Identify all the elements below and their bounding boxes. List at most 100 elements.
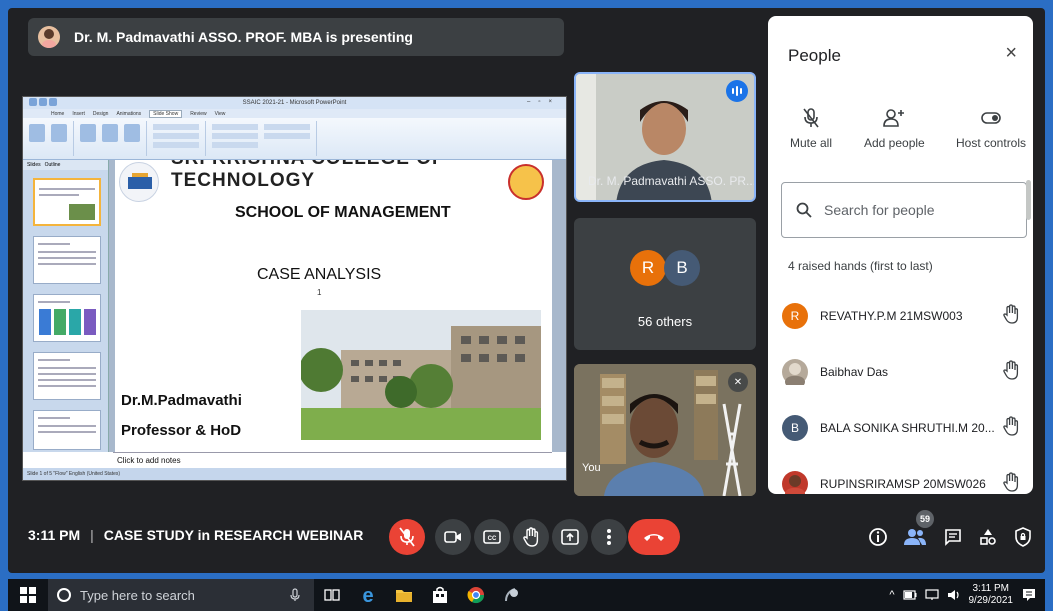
meet-window: Dr. M. Padmavathi ASSO. PROF. MBA is pre… xyxy=(8,8,1045,573)
slide-thumbnail xyxy=(33,352,101,400)
presenter-name-slide: Dr.M.Padmavathi xyxy=(121,392,242,409)
shopping-bag-icon xyxy=(433,586,447,603)
add-people-label: Add people xyxy=(864,136,925,150)
shared-screen: SSAIC 2021-21 - Microsoft PowerPoint –▫×… xyxy=(22,96,567,481)
slide-heading: SCHOOL OF MANAGEMENT xyxy=(235,204,451,221)
more-options-button[interactable] xyxy=(591,519,627,555)
activities-button[interactable] xyxy=(974,523,1002,551)
participant-row[interactable]: RUPINSRIRAMSP 20MSW026 xyxy=(782,464,1021,494)
others-count: 56 others xyxy=(637,314,693,329)
mic-off-icon xyxy=(399,527,415,547)
presenting-text: Dr. M. Padmavathi ASSO. PROF. MBA is pre… xyxy=(74,29,413,45)
ppt-slide-panel: Slides Outline xyxy=(23,160,109,452)
meeting-info: 3:11 PM | CASE STUDY in RESEARCH WEBINAR xyxy=(28,527,363,543)
chat-button[interactable] xyxy=(939,523,967,551)
add-people-button[interactable]: Add people xyxy=(864,106,925,150)
participant-row[interactable]: Baibhav Das xyxy=(782,352,1021,392)
camera-button[interactable] xyxy=(435,519,471,555)
ppt-tab-home: Home xyxy=(51,110,65,117)
presenter-avatar xyxy=(38,26,60,48)
raised-hand-icon[interactable] xyxy=(1001,415,1021,441)
chrome-button[interactable] xyxy=(458,579,494,611)
hang-up-icon xyxy=(644,534,664,541)
hand-icon xyxy=(523,527,539,547)
task-view-button[interactable] xyxy=(314,579,350,611)
presenting-banner: Dr. M. Padmavathi ASSO. PROF. MBA is pre… xyxy=(28,18,564,56)
raised-hands-heading: 4 raised hands (first to last) xyxy=(788,259,933,273)
captions-button[interactable]: CC xyxy=(474,519,510,555)
ppt-ribbon-tabs: Home Insert Design Animations Slide Show… xyxy=(23,109,566,118)
ppt-slide-area: SRI KRISHNA COLLEGE OF TECHNOLOGY SCHOOL… xyxy=(109,160,566,452)
volume-icon[interactable] xyxy=(947,589,961,601)
chrome-icon xyxy=(467,587,485,604)
taskbar-search-placeholder: Type here to search xyxy=(80,587,195,603)
edge-browser-button[interactable]: e xyxy=(350,579,386,611)
battery-icon[interactable] xyxy=(902,589,917,601)
add-person-icon xyxy=(864,106,925,130)
more-vert-icon xyxy=(607,529,611,545)
host-controls-label: Host controls xyxy=(956,136,1027,150)
windows-logo-icon xyxy=(20,587,36,603)
host-controls-button[interactable]: Host controls xyxy=(956,106,1026,150)
taskbar-clock[interactable]: 3:11 PM 9/29/2021 xyxy=(969,583,1014,607)
participant-row[interactable]: B BALA SONIKA SHRUTHI.M 20... xyxy=(782,408,1021,448)
presenter-video-tile[interactable]: Dr. M. Padmavathi ASSO. PR... xyxy=(574,72,756,202)
slide-thumbnail xyxy=(33,410,101,450)
people-panel: People × Mute all Add people Host contro… xyxy=(768,16,1033,494)
participant-row[interactable]: R REVATHY.P.M 21MSW003 xyxy=(782,296,1021,336)
slide-thumbnail xyxy=(33,178,101,226)
host-controls-toolbar-button[interactable] xyxy=(1009,523,1037,551)
self-label: You xyxy=(582,462,601,474)
participant-avatar: B xyxy=(782,415,808,441)
participant-avatar: R xyxy=(782,303,808,329)
file-explorer-button[interactable] xyxy=(386,579,422,611)
microphone-icon[interactable] xyxy=(290,588,300,602)
present-button[interactable] xyxy=(552,519,588,555)
people-panel-title: People xyxy=(788,46,841,65)
participant-avatar xyxy=(782,359,808,385)
mute-all-label: Mute all xyxy=(790,136,833,150)
ppt-status-bar: Slide 1 of 5 "Flow" English (United Stat… xyxy=(23,468,566,480)
start-button[interactable] xyxy=(8,579,48,611)
camera-icon xyxy=(444,531,461,543)
folder-icon xyxy=(396,590,412,602)
network-icon[interactable] xyxy=(924,589,939,601)
edge-icon: e xyxy=(362,586,373,604)
mic-off-icon: ✕ xyxy=(728,372,748,392)
raised-hand-icon[interactable] xyxy=(1001,359,1021,385)
settings-app-button[interactable] xyxy=(494,579,530,611)
participant-name: BALA SONIKA SHRUTHI.M 20... xyxy=(820,421,995,435)
panel-scrollbar[interactable] xyxy=(1026,180,1031,220)
chevron-up-icon[interactable]: ^ xyxy=(889,589,894,601)
participant-name: RUPINSRIRAMSP 20MSW026 xyxy=(820,477,986,491)
info-icon xyxy=(869,528,887,546)
shield-lock-icon xyxy=(1015,527,1031,547)
ppt-tab-design: Design xyxy=(92,110,109,117)
taskbar-search-box[interactable]: Type here to search xyxy=(48,579,314,611)
presenter-tile-name: Dr. M. Padmavathi ASSO. PR... xyxy=(588,174,756,188)
ppt-tab-insert: Insert xyxy=(72,110,85,117)
svg-text:CC: CC xyxy=(488,536,497,542)
close-panel-button[interactable]: × xyxy=(1005,42,1017,65)
microphone-button[interactable] xyxy=(389,519,425,555)
college-logo xyxy=(119,162,159,202)
slide-thumbnail xyxy=(33,236,101,284)
svg-text:e: e xyxy=(362,586,373,604)
quick-access-toolbar xyxy=(29,98,57,106)
cortana-circle-icon xyxy=(57,588,71,602)
meeting-details-button[interactable] xyxy=(864,523,892,551)
self-video-tile[interactable]: ✕ You xyxy=(574,364,756,496)
raised-hand-icon[interactable] xyxy=(1001,303,1021,329)
search-people-input[interactable]: Search for people xyxy=(781,182,1027,238)
ppt-workspace: Slides Outline TECHNOLOGY SCHOOL OF MANA… xyxy=(23,160,566,452)
mute-all-button[interactable]: Mute all xyxy=(790,106,832,150)
captions-icon: CC xyxy=(483,530,501,544)
taskbar-time: 3:11 PM xyxy=(972,583,1010,594)
notifications-icon[interactable] xyxy=(1021,587,1037,603)
others-tile[interactable]: R B 56 others xyxy=(574,218,756,350)
store-button[interactable] xyxy=(422,579,458,611)
ppt-tab-review: Review xyxy=(190,110,207,117)
raised-hand-icon[interactable] xyxy=(1001,471,1021,495)
leave-call-button[interactable] xyxy=(628,519,680,555)
raise-hand-button[interactable] xyxy=(513,519,549,555)
